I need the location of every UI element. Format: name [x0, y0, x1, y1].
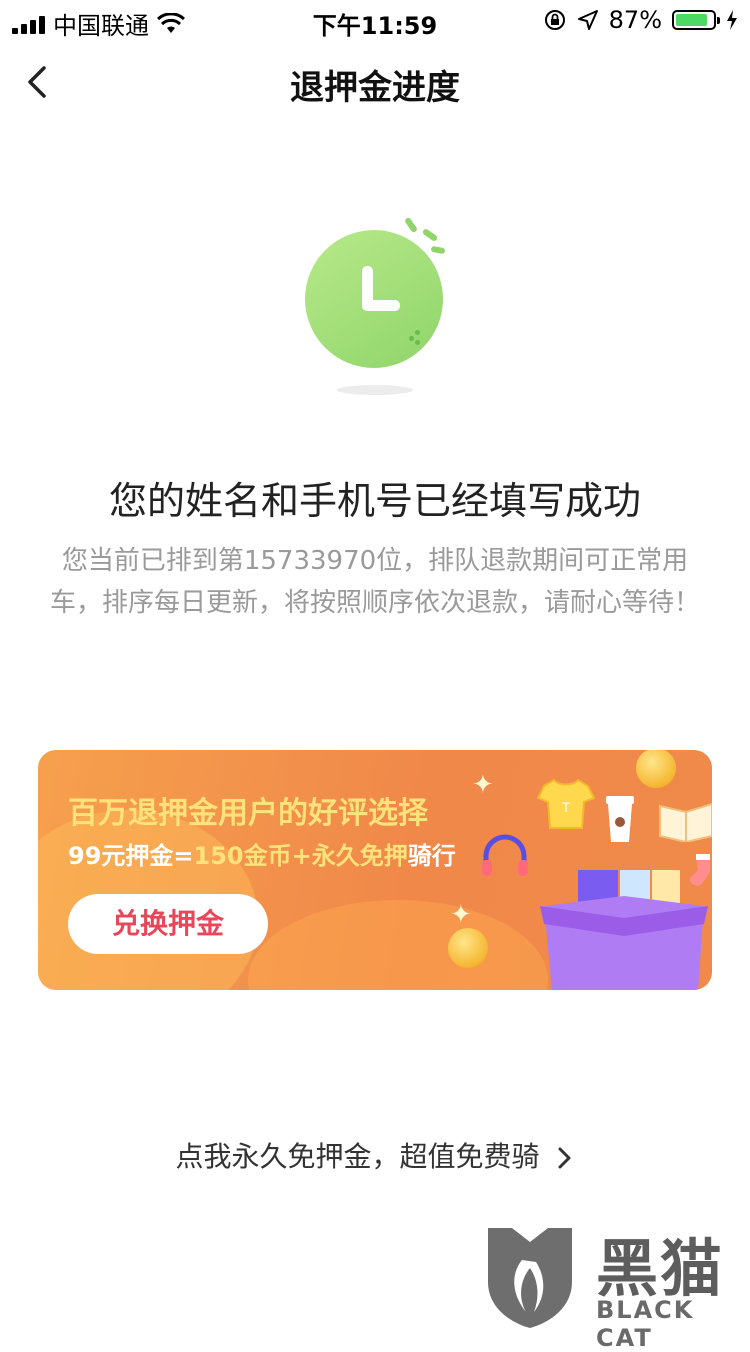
svg-text:T: T [562, 799, 571, 815]
page-title: 退押金进度 [290, 68, 460, 108]
coin-icon [636, 750, 676, 788]
headphones-icon [482, 834, 528, 876]
tshirt-icon: T [536, 778, 596, 829]
banner-subtitle: 99元押金=150金币+永久免押骑行 [68, 842, 456, 870]
gift-box-illustration: ✦ ✦ T [448, 750, 712, 990]
free-deposit-link[interactable]: 点我永久免押金，超值免费骑 [0, 1135, 750, 1175]
coffee-cup-icon [606, 796, 634, 842]
coin-icon [448, 928, 488, 968]
book-icon [659, 802, 712, 842]
ray-decoration [430, 245, 446, 255]
free-deposit-link-label: 点我永久免押金，超值免费骑 [175, 1140, 540, 1173]
location-icon [577, 10, 598, 30]
blackcat-watermark: 黑猫 BLACK CAT [478, 1218, 750, 1352]
queue-description: 您当前已排到第15733970位，排队退款期间可正常用车，排序每日更新，将按照顺… [49, 546, 700, 618]
battery-icon [672, 10, 720, 30]
status-bar: 中国联通 下午11:59 87% [0, 0, 750, 40]
promo-banner[interactable]: 百万退押金用户的好评选择 99元押金=150金币+永久免押骑行 兑换押金 ✦ ✦… [38, 750, 712, 990]
ray-decoration [421, 227, 439, 243]
chevron-right-icon [558, 1147, 571, 1169]
banner-title: 百万退押金用户的好评选择 [68, 796, 428, 831]
success-headline: 您的姓名和手机号已经填写成功 [108, 479, 641, 523]
clock-illustration [295, 205, 465, 405]
watermark-en-text: BLACK CAT [596, 1296, 695, 1352]
exchange-deposit-button[interactable]: 兑换押金 [68, 894, 268, 954]
clock-icon [305, 230, 443, 368]
clock-shadow [337, 385, 413, 395]
sparkle-icon: ✦ [450, 900, 472, 930]
sparkle-icon: ✦ [472, 770, 494, 800]
ray-decoration [403, 216, 419, 234]
rotation-lock-icon [544, 10, 565, 30]
blackcat-logo-icon [488, 1228, 572, 1328]
purple-box-icon [540, 870, 708, 990]
charging-icon [727, 10, 737, 30]
nav-bar: 退押金进度 [0, 40, 750, 128]
battery-percent: 87% [608, 6, 662, 34]
watermark-cn-text: 黑猫 [596, 1232, 725, 1305]
